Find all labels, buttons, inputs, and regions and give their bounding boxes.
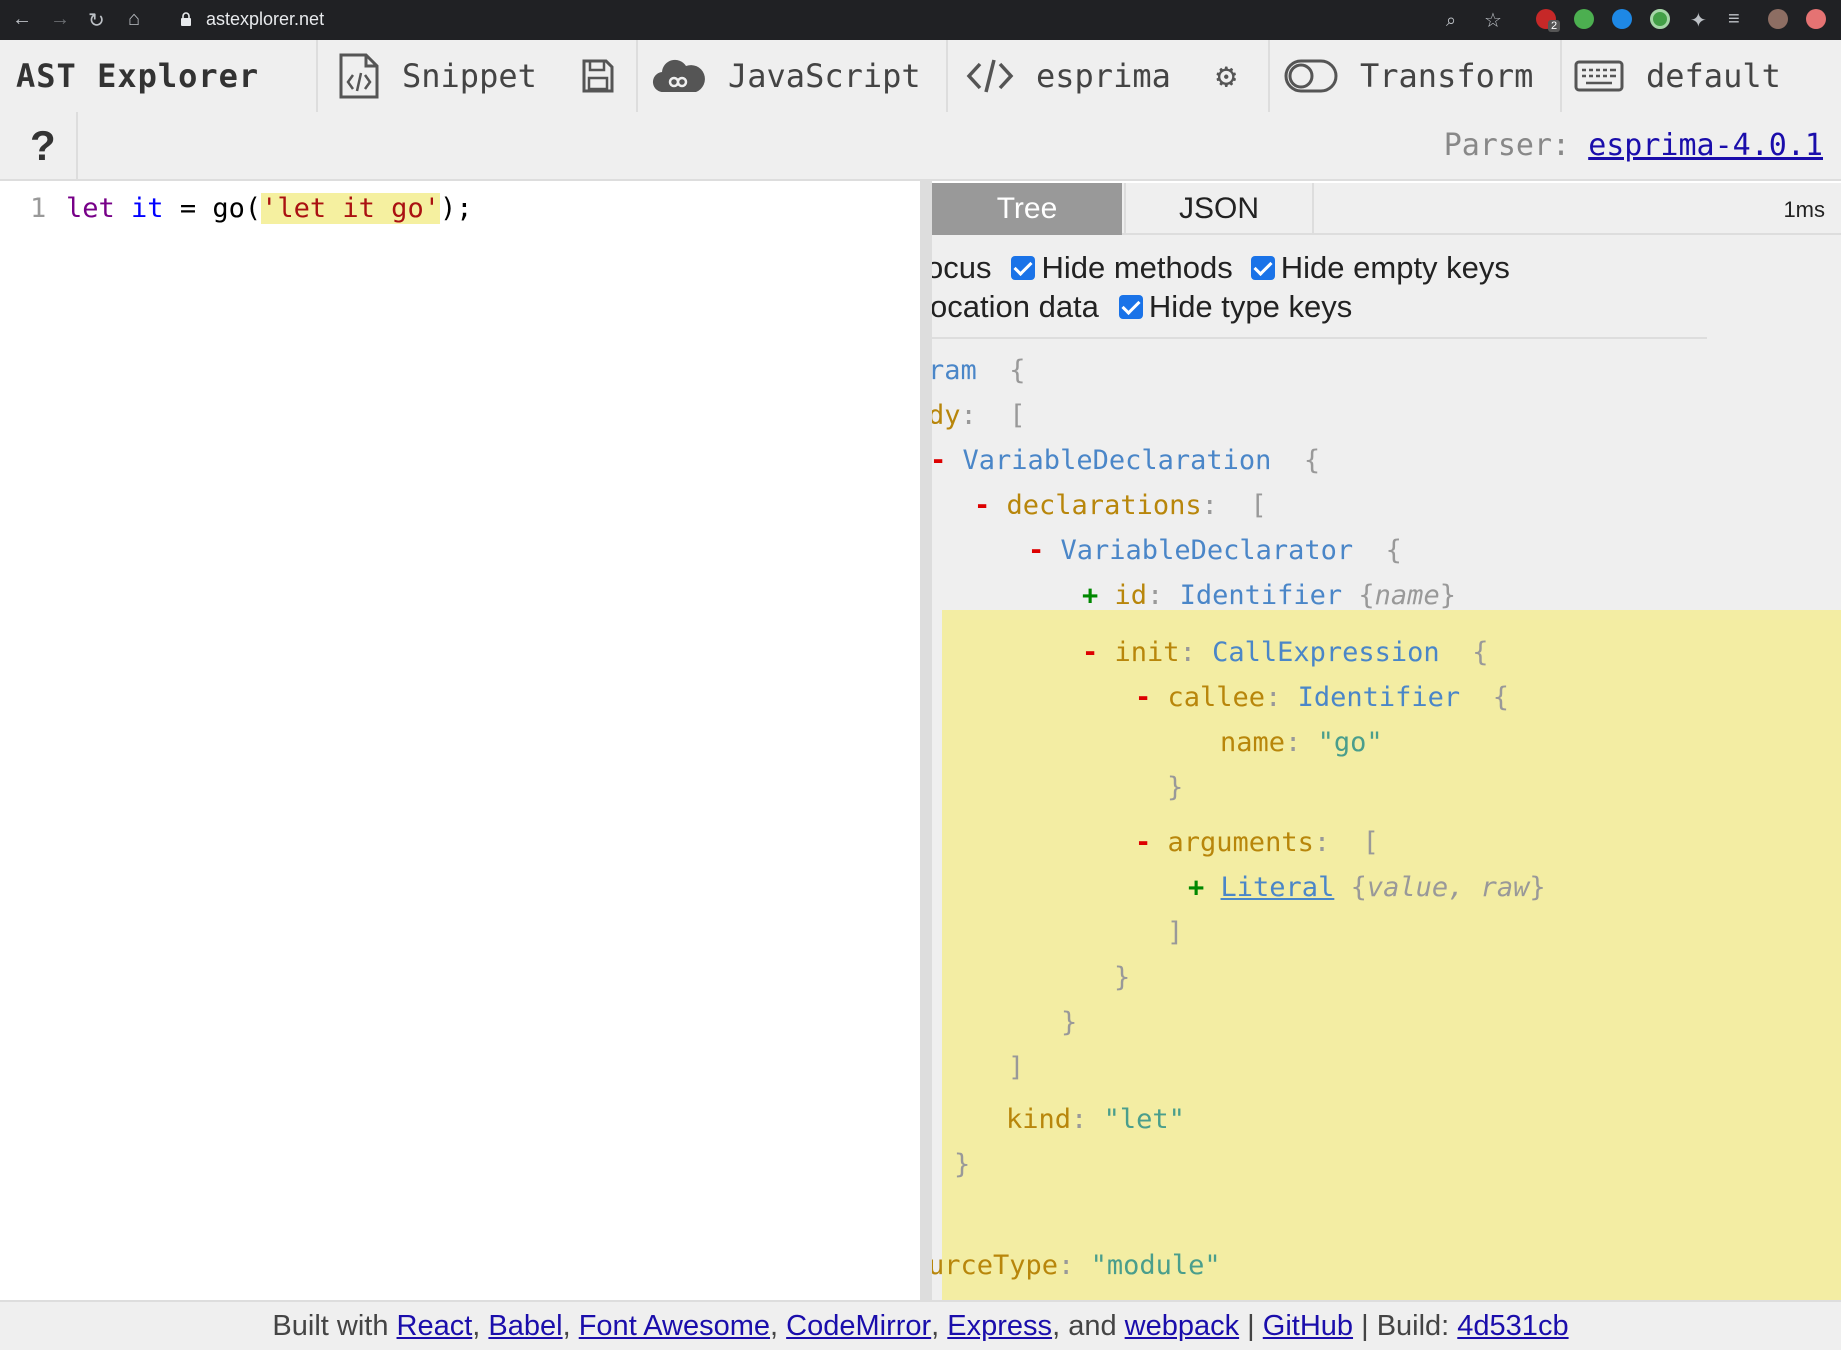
hide-empty-keys-label: Hide empty keys <box>1280 250 1510 285</box>
cloud-icon <box>652 59 705 93</box>
save-button[interactable] <box>582 40 614 112</box>
footer-link-github[interactable]: GitHub <box>1263 1310 1353 1343</box>
tree-node-variable-declaration[interactable]: - VariableDeclaration { <box>932 445 1320 476</box>
code-icon <box>966 59 1014 93</box>
footer-built-with: Built with <box>272 1309 389 1342</box>
panel-splitter[interactable] <box>920 181 932 1300</box>
footer-link-webpack[interactable]: webpack <box>1125 1310 1239 1343</box>
footer-link-font-awesome[interactable]: Font Awesome <box>579 1310 770 1343</box>
selected-node-highlight <box>942 610 1841 1300</box>
back-arrow-icon[interactable]: ← <box>12 8 32 31</box>
tree-key-init[interactable]: - init: CallExpression { <box>1082 637 1488 668</box>
extension-icon-3[interactable] <box>1612 9 1632 29</box>
tree-key-name[interactable]: name: "go" <box>1220 727 1383 758</box>
lock-icon <box>181 12 191 26</box>
tree-node-variable-declarator[interactable]: - VariableDeclarator { <box>1028 535 1402 566</box>
parser-label: esprima <box>1036 57 1171 95</box>
code-keyword: let <box>66 193 115 224</box>
tab-tree[interactable]: Tree <box>932 183 1122 235</box>
code-function-call: go( <box>212 193 262 224</box>
update-icon[interactable] <box>1806 9 1826 29</box>
footer-link-babel[interactable]: Babel <box>488 1310 562 1343</box>
footer-link-express[interactable]: Express <box>947 1310 1052 1343</box>
extensions-puzzle-icon[interactable]: ✦ <box>1690 8 1707 33</box>
app-toolbar: AST Explorer Snippet JavaScript esprima … <box>0 40 1841 181</box>
tree-node-program[interactable]: ram { <box>932 355 1026 386</box>
code-operator: = <box>179 193 197 224</box>
code-line[interactable]: let it = go('let it go'); <box>66 193 472 224</box>
autofocus-option-label: ocus <box>932 250 992 285</box>
toggle-off-icon <box>1284 59 1338 93</box>
zoom-icon[interactable]: ⌕ <box>1446 10 1456 31</box>
footer-build-hash[interactable]: 4d531cb <box>1457 1310 1568 1343</box>
app-brand: AST Explorer <box>16 57 260 95</box>
address-bar-url[interactable]: astexplorer.net <box>206 9 324 30</box>
tree-key-source-type[interactable]: urceType: "module" <box>932 1250 1221 1281</box>
hide-type-keys-label: Hide type keys <box>1148 289 1353 324</box>
line-number: 1 <box>30 193 47 224</box>
parser-info: Parser: esprima-4.0.1 <box>1444 128 1823 163</box>
transform-toggle[interactable]: Transform <box>1284 40 1533 112</box>
footer: Built with React, Babel, Font Awesome, C… <box>0 1300 1841 1350</box>
code-editor[interactable]: 1 let it = go('let it go'); <box>0 183 920 1300</box>
reload-icon[interactable]: ↻ <box>88 8 105 33</box>
parser-settings-button[interactable]: ⚙ <box>1216 40 1236 112</box>
save-icon <box>582 59 614 93</box>
keyboard-icon <box>1574 60 1624 92</box>
footer-link-react[interactable]: React <box>397 1310 473 1343</box>
browser-toolbar: ← → ↻ ⌂ astexplorer.net ⌕ ☆ 2 ✦ ≡ <box>0 0 1841 40</box>
code-end: ); <box>439 193 473 224</box>
keymap-selector[interactable]: default <box>1574 40 1781 112</box>
parse-timing: 1ms <box>1783 197 1825 222</box>
snippet-menu[interactable]: Snippet <box>338 40 537 112</box>
code-variable: it <box>131 193 164 224</box>
tree-key-arguments[interactable]: - arguments: [ <box>1135 827 1379 858</box>
profile-avatar[interactable] <box>1768 9 1788 29</box>
keymap-label: default <box>1646 57 1781 95</box>
language-label: JavaScript <box>728 57 921 95</box>
footer-and: and <box>1068 1309 1117 1342</box>
tree-node-literal[interactable]: + Literal {value, raw} <box>1188 872 1546 903</box>
file-code-icon <box>339 53 379 99</box>
tree-key-id[interactable]: + id: Identifier {name} <box>1082 580 1456 611</box>
tree-key-kind[interactable]: kind: "let" <box>1006 1104 1185 1135</box>
bookmark-star-icon[interactable]: ☆ <box>1484 8 1502 33</box>
code-string: 'let it go' <box>261 193 440 224</box>
output-tabs: Tree JSON 1ms <box>932 183 1841 235</box>
hide-type-keys-checkbox[interactable] <box>1118 295 1143 319</box>
tree-key-callee[interactable]: - callee: Identifier { <box>1135 682 1509 713</box>
hide-empty-keys-checkbox[interactable] <box>1250 256 1275 280</box>
tree-key-declarations[interactable]: - declarations: [ <box>974 490 1267 521</box>
snippet-label: Snippet <box>402 57 537 95</box>
hide-methods-checkbox[interactable] <box>1011 256 1036 280</box>
gear-icon: ⚙ <box>1216 56 1237 96</box>
media-queue-icon[interactable]: ≡ <box>1728 8 1740 31</box>
hide-methods-label: Hide methods <box>1041 250 1233 285</box>
output-panel: Tree JSON 1ms ocus Hide methods Hide emp… <box>932 183 1841 1300</box>
footer-build-label: Build: <box>1376 1309 1450 1342</box>
extension-icon-4[interactable] <box>1650 9 1670 29</box>
parser-selector[interactable]: esprima <box>966 40 1171 112</box>
tab-json[interactable]: JSON <box>1124 183 1314 235</box>
footer-link-codemirror[interactable]: CodeMirror <box>786 1310 931 1343</box>
tree-key-body[interactable]: dy: [ <box>932 400 1026 431</box>
language-selector[interactable]: JavaScript <box>652 40 921 112</box>
extension-badge: 2 <box>1548 20 1561 32</box>
parser-version-link[interactable]: esprima-4.0.1 <box>1588 128 1823 163</box>
transform-label: Transform <box>1360 57 1534 95</box>
home-icon[interactable]: ⌂ <box>128 8 140 31</box>
parser-info-label: Parser: <box>1443 128 1571 163</box>
forward-arrow-icon[interactable]: → <box>50 8 70 31</box>
extension-icon-2[interactable] <box>1574 9 1594 29</box>
location-data-option-label: ocation data <box>932 289 1099 324</box>
help-button[interactable]: ? <box>30 122 56 170</box>
